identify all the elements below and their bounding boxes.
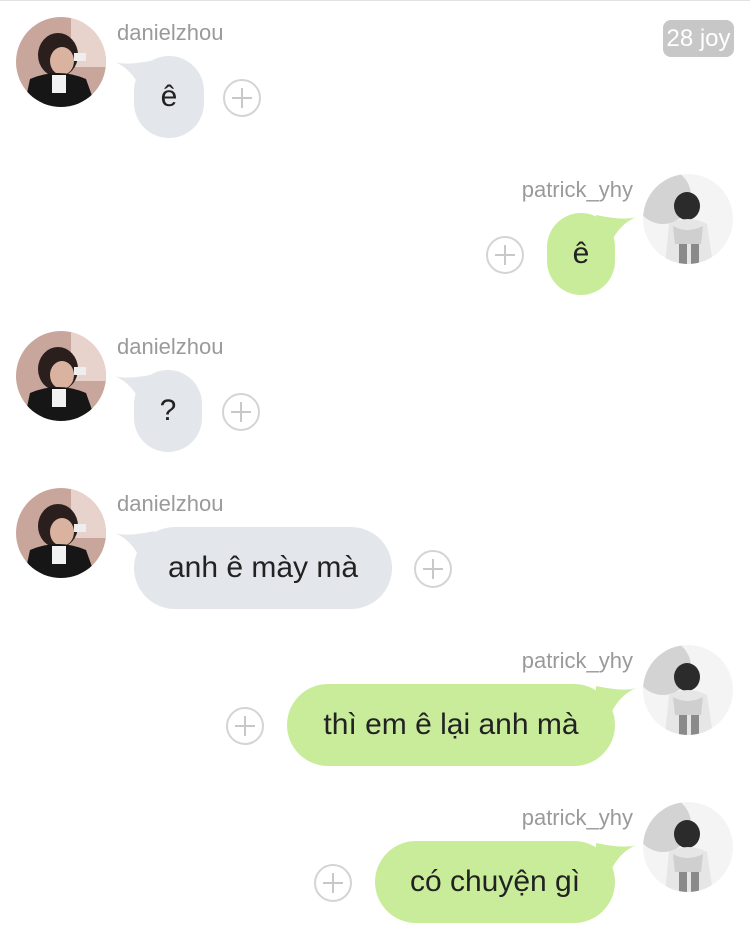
sender-avatar[interactable] (16, 488, 106, 578)
add-reaction-icon[interactable] (223, 79, 261, 117)
date-badge: 28 joy (663, 20, 734, 57)
add-reaction-icon[interactable] (314, 864, 352, 902)
sender-avatar[interactable] (643, 174, 733, 264)
message-bubble[interactable]: ? (134, 370, 202, 452)
sender-name: patrick_yhy (521, 177, 633, 202)
sender-avatar[interactable] (16, 17, 106, 107)
sender-name: danielzhou (117, 20, 224, 45)
sender-avatar[interactable] (643, 802, 733, 892)
add-reaction-icon[interactable] (486, 236, 524, 274)
sender-name: patrick_yhy (521, 648, 633, 673)
add-reaction-icon[interactable] (414, 550, 452, 588)
message-bubble[interactable]: ê (134, 56, 204, 138)
message-bubble[interactable]: anh ê mày mà (134, 527, 392, 609)
sender-name: danielzhou (117, 334, 224, 359)
sender-name: patrick_yhy (521, 805, 633, 830)
message-bubble[interactable]: có chuyện gì (375, 841, 615, 923)
message-bubble[interactable]: ê (547, 213, 615, 295)
add-reaction-icon[interactable] (222, 393, 260, 431)
sender-avatar[interactable] (643, 645, 733, 735)
sender-avatar[interactable] (16, 331, 106, 421)
message-bubble[interactable]: thì em ê lại anh mà (287, 684, 615, 766)
add-reaction-icon[interactable] (226, 707, 264, 745)
sender-name: danielzhou (117, 491, 224, 516)
top-divider (0, 0, 750, 1)
